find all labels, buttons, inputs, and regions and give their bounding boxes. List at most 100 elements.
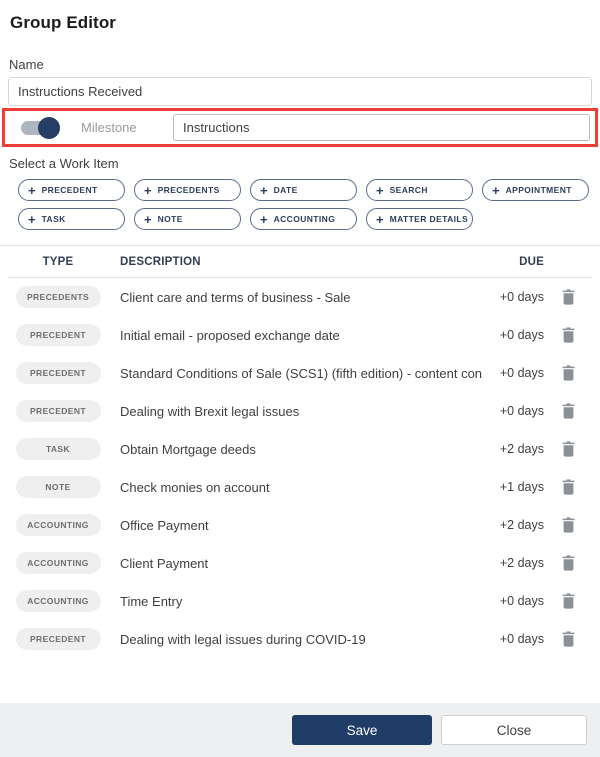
- select-work-item-label: Select a Work Item: [9, 156, 119, 171]
- delete-row-button[interactable]: [544, 593, 592, 609]
- row-description: Check monies on account: [120, 479, 270, 495]
- add-work-item-button[interactable]: + DATE: [250, 179, 357, 201]
- trash-icon: [562, 441, 574, 457]
- milestone-label: Milestone: [81, 120, 137, 135]
- add-work-item-button[interactable]: + SEARCH: [366, 179, 473, 201]
- table-row: PRECEDENT Standard Conditions of Sale (S…: [8, 354, 592, 392]
- milestone-input[interactable]: [173, 114, 590, 141]
- add-work-item-button[interactable]: + PRECEDENT: [18, 179, 125, 201]
- plus-icon: +: [144, 182, 152, 198]
- type-badge: PRECEDENT: [15, 324, 101, 346]
- work-item-button-label: NOTE: [157, 214, 183, 224]
- trash-icon: [562, 593, 574, 609]
- row-due: +0 days: [499, 594, 544, 608]
- row-due: +0 days: [499, 290, 544, 304]
- table-row: TASK Obtain Mortgage deeds +2 days: [8, 430, 592, 468]
- trash-icon: [562, 403, 574, 419]
- plus-icon: +: [492, 182, 500, 198]
- milestone-toggle[interactable]: [21, 116, 60, 139]
- work-item-button-label: APPOINTMENT: [505, 185, 572, 195]
- trash-icon: [562, 555, 574, 571]
- table-row: NOTE Check monies on account +1 days: [8, 468, 592, 506]
- type-badge: TASK: [15, 438, 101, 460]
- work-item-button-label: SEARCH: [389, 185, 428, 195]
- trash-icon: [562, 327, 574, 343]
- close-button[interactable]: Close: [441, 715, 587, 745]
- row-description: Initial email - proposed exchange date: [120, 327, 340, 343]
- add-work-item-button[interactable]: + TASK: [18, 208, 125, 230]
- dialog-footer: Save Close: [0, 703, 600, 757]
- toggle-knob-icon: [38, 116, 60, 139]
- row-due: +1 days: [499, 480, 544, 494]
- work-item-button-label: MATTER DETAILS: [389, 214, 469, 224]
- row-description: Dealing with Brexit legal issues: [120, 403, 300, 419]
- trash-icon: [562, 479, 574, 495]
- delete-row-button[interactable]: [544, 479, 592, 495]
- trash-icon: [562, 517, 574, 533]
- row-description: Obtain Mortgage deeds: [120, 441, 256, 457]
- type-badge: PRECEDENT: [15, 628, 101, 650]
- work-item-button-label: ACCOUNTING: [273, 214, 336, 224]
- plus-icon: +: [376, 211, 384, 227]
- delete-row-button[interactable]: [544, 517, 592, 533]
- row-due: +2 days: [499, 518, 544, 532]
- row-description: Client Payment: [120, 555, 209, 571]
- delete-row-button[interactable]: [544, 327, 592, 343]
- plus-icon: +: [376, 182, 384, 198]
- work-items-table: TYPE DESCRIPTION DUE PRECEDENTS Client c…: [8, 246, 592, 658]
- table-row: PRECEDENTS Client care and terms of busi…: [8, 278, 592, 316]
- add-work-item-button[interactable]: + PRECEDENTS: [134, 179, 241, 201]
- row-due: +0 days: [499, 366, 544, 380]
- table-row: ACCOUNTING Office Payment +2 days: [8, 506, 592, 544]
- column-header-type: TYPE: [42, 255, 74, 268]
- type-badge: PRECEDENTS: [15, 286, 101, 308]
- row-description: Standard Conditions of Sale (SCS1) (fift…: [120, 365, 482, 381]
- add-work-item-button[interactable]: + MATTER DETAILS: [366, 208, 473, 230]
- name-input[interactable]: [8, 77, 592, 106]
- row-description: Office Payment: [120, 517, 209, 533]
- work-item-button-label: DATE: [273, 185, 298, 195]
- row-description: Dealing with legal issues during COVID-1…: [120, 631, 366, 647]
- row-due: +0 days: [499, 404, 544, 418]
- add-work-item-button[interactable]: + ACCOUNTING: [250, 208, 357, 230]
- trash-icon: [562, 365, 574, 381]
- delete-row-button[interactable]: [544, 403, 592, 419]
- delete-row-button[interactable]: [544, 289, 592, 305]
- type-badge: ACCOUNTING: [15, 590, 101, 612]
- save-button[interactable]: Save: [292, 715, 432, 745]
- delete-row-button[interactable]: [544, 555, 592, 571]
- type-badge: ACCOUNTING: [15, 552, 101, 574]
- delete-row-button[interactable]: [544, 441, 592, 457]
- name-label: Name: [9, 57, 44, 72]
- type-badge: ACCOUNTING: [15, 514, 101, 536]
- trash-icon: [562, 631, 574, 647]
- table-row: PRECEDENT Dealing with Brexit legal issu…: [8, 392, 592, 430]
- delete-row-button[interactable]: [544, 365, 592, 381]
- work-item-button-label: PRECEDENTS: [157, 185, 220, 195]
- add-work-item-button[interactable]: + APPOINTMENT: [482, 179, 589, 201]
- row-due: +0 days: [499, 328, 544, 342]
- table-row: PRECEDENT Initial email - proposed excha…: [8, 316, 592, 354]
- table-header-row: TYPE DESCRIPTION DUE: [8, 246, 592, 277]
- table-row: ACCOUNTING Client Payment +2 days: [8, 544, 592, 582]
- work-item-button-label: TASK: [41, 214, 66, 224]
- page-title: Group Editor: [10, 13, 117, 32]
- row-due: +2 days: [499, 556, 544, 570]
- row-description: Time Entry: [120, 593, 183, 609]
- delete-row-button[interactable]: [544, 631, 592, 647]
- work-item-buttons: + PRECEDENT + PRECEDENTS + DATE + SEARCH…: [0, 179, 600, 230]
- plus-icon: +: [260, 182, 268, 198]
- work-item-button-label: PRECEDENT: [41, 185, 98, 195]
- column-header-due: DUE: [519, 255, 544, 268]
- type-badge: NOTE: [15, 476, 101, 498]
- plus-icon: +: [260, 211, 268, 227]
- type-badge: PRECEDENT: [15, 362, 101, 384]
- column-header-description: DESCRIPTION: [120, 255, 201, 268]
- table-row: ACCOUNTING Time Entry +0 days: [8, 582, 592, 620]
- type-badge: PRECEDENT: [15, 400, 101, 422]
- milestone-highlight-box: Milestone: [2, 108, 598, 147]
- row-due: +0 days: [499, 632, 544, 646]
- add-work-item-button[interactable]: + NOTE: [134, 208, 241, 230]
- table-row: PRECEDENT Dealing with legal issues duri…: [8, 620, 592, 658]
- plus-icon: +: [28, 182, 36, 198]
